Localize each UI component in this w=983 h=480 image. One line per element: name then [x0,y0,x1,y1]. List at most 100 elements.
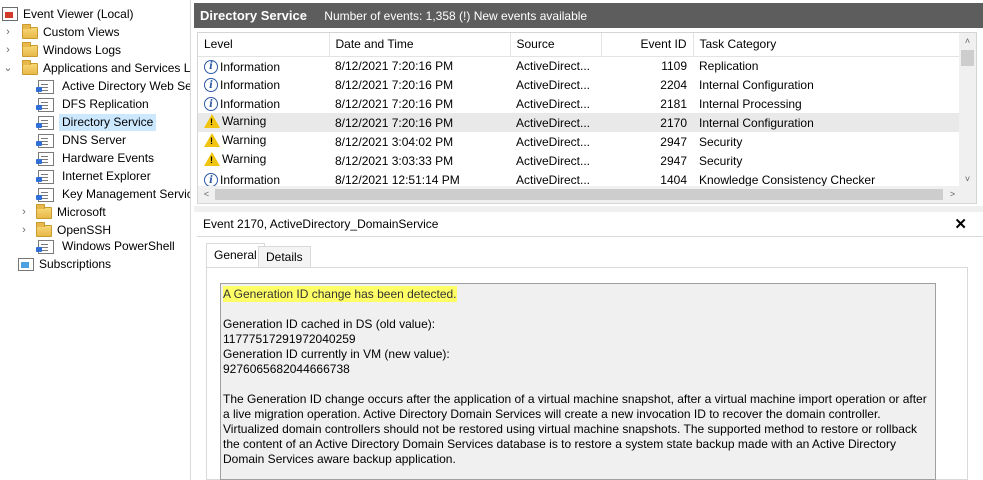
event-description-body: Generation ID cached in DS (old value): … [223,317,927,466]
level-cell: Warning [222,152,267,166]
folder-icon [36,204,52,219]
column-header-task-category[interactable]: Task Category [693,33,961,57]
horizontal-scrollbar[interactable]: < > [198,186,976,203]
information-icon: i [204,97,218,112]
event-detail-header: Event 2170, ActiveDirectory_DomainServic… [197,212,983,237]
tree-item-directory-service[interactable]: Directory Service [36,113,157,131]
close-icon[interactable]: ✕ [954,212,967,237]
tree-item-microsoft[interactable]: › Microsoft [18,203,109,221]
tree-item-active-directory-web-services[interactable]: Active Directory Web Ser [36,77,190,95]
tree-item-label: Subscriptions [39,256,112,271]
warning-icon: ! [204,152,220,166]
tree-item-internet-explorer[interactable]: Internet Explorer [36,167,154,185]
tree-item-key-management-service[interactable]: Key Management Service [36,185,190,203]
column-header-event-id[interactable]: Event ID [601,33,694,57]
warning-icon: ! [204,133,220,147]
date-cell: 8/12/2021 7:20:16 PM [335,96,454,111]
tree-item-label: Microsoft [57,204,106,219]
log-icon [36,187,54,202]
event-id-cell: 2170 [601,113,693,132]
table-header-row: Level Date and Time Source Event ID Task… [198,33,961,57]
tree-item-event-viewer[interactable]: Event Viewer (Local) [2,5,137,23]
information-icon: i [204,78,218,93]
event-id-cell: 2181 [660,96,687,111]
date-cell: 8/12/2021 7:20:16 PM [335,77,454,92]
log-icon [36,151,54,166]
log-title: Directory Service [200,8,307,23]
table-row[interactable]: ! Warning 8/12/2021 3:03:33 PM ActiveDire… [198,151,960,170]
category-cell: Security [699,134,743,149]
table-row[interactable]: i Information 8/12/2021 7:20:16 PM Active… [198,75,960,94]
column-header-date[interactable]: Date and Time [329,33,511,57]
category-cell: Internal Configuration [693,113,960,132]
tree-item-label: Key Management Service [62,186,190,201]
source-cell: ActiveDirect... [516,96,591,111]
information-icon: i [204,59,218,74]
event-id-cell: 2947 [660,134,687,149]
tree-item-windows-logs[interactable]: › Windows Logs [2,41,124,59]
table-row[interactable]: i Information 8/12/2021 7:20:16 PM Active… [198,56,960,75]
tree-item-hardware-events[interactable]: Hardware Events [36,149,157,167]
scroll-left-icon[interactable]: < [198,186,215,203]
chevron-down-icon[interactable]: ⌄ [2,59,14,77]
vertical-scrollbar[interactable]: ˄ ˅ [959,33,976,188]
category-cell: Security [699,153,743,168]
chevron-right-icon[interactable]: › [18,221,30,239]
column-header-level[interactable]: Level [198,33,330,57]
category-cell: Internal Processing [699,96,802,111]
scroll-right-icon[interactable]: > [944,186,961,203]
date-cell: 8/12/2021 3:04:02 PM [335,134,454,149]
level-cell: Warning [222,114,267,128]
tree-item-label: Event Viewer (Local) [23,6,134,21]
column-header-source[interactable]: Source [510,33,602,57]
folder-icon [22,42,38,57]
table-row[interactable]: ! Warning 8/12/2021 3:04:02 PM ActiveDire… [198,132,960,151]
level-cell: Information [220,78,281,93]
log-icon [36,115,54,130]
folder-icon [22,24,38,39]
scroll-up-icon[interactable]: ˄ [959,33,976,50]
log-icon [36,239,54,254]
event-id-cell: 1109 [661,58,687,73]
tree-item-dfs-replication[interactable]: DFS Replication [36,95,152,113]
log-icon [36,169,54,184]
tree-item-label: OpenSSH [57,222,112,237]
source-cell: ActiveDirect... [516,153,591,168]
date-cell: 8/12/2021 3:03:33 PM [335,153,454,168]
scrollbar-thumb[interactable] [215,189,943,200]
tab-details[interactable]: Details [258,246,311,268]
tree-item-label: DNS Server [62,132,127,147]
tab-general[interactable]: General [206,243,265,268]
event-detail-title: Event 2170, ActiveDirectory_DomainServic… [203,217,439,231]
pane-splitter[interactable] [190,0,194,480]
tree-item-label: Applications and Services Lo [43,60,190,75]
table-row[interactable]: i Information 8/12/2021 7:20:16 PM Active… [198,94,960,113]
tree-item-label: Windows Logs [43,42,122,57]
date-cell: 8/12/2021 7:20:16 PM [335,58,454,73]
tree-item-label: Windows PowerShell [62,238,175,253]
chevron-right-icon[interactable]: › [2,41,14,59]
tree-item-subscriptions[interactable]: Subscriptions [18,255,114,273]
category-cell: Internal Configuration [699,77,814,92]
event-count-info: Number of events: 1,358 (!) New events a… [324,9,588,23]
event-id-cell: 2204 [660,77,687,92]
event-description-highlight: A Generation ID change has been detected… [223,286,457,302]
tree-item-windows-powershell[interactable]: Windows PowerShell [36,237,178,255]
date-cell: 8/12/2021 7:20:16 PM [329,113,510,132]
tree-item-applications-and-services[interactable]: ⌄ Applications and Services Lo [2,59,190,77]
chevron-right-icon[interactable]: › [2,23,14,41]
table-row-selected[interactable]: ! Warning 8/12/2021 7:20:16 PM ActiveDire… [198,113,960,132]
events-table: Level Date and Time Source Event ID Task… [197,32,977,204]
tree-item-label: Internet Explorer [62,168,151,183]
warning-icon: ! [204,114,220,128]
tree-item-custom-views[interactable]: › Custom Views [2,23,122,41]
tree-item-dns-server[interactable]: DNS Server [36,131,129,149]
log-icon [36,97,54,112]
category-cell: Replication [699,58,759,73]
scrollbar-thumb[interactable] [961,50,974,66]
tree-item-label: DFS Replication [62,96,149,111]
source-cell: ActiveDirect... [516,77,591,92]
chevron-right-icon[interactable]: › [18,203,30,221]
event-viewer-icon [2,7,18,21]
event-description: A Generation ID change has been detected… [220,283,936,480]
